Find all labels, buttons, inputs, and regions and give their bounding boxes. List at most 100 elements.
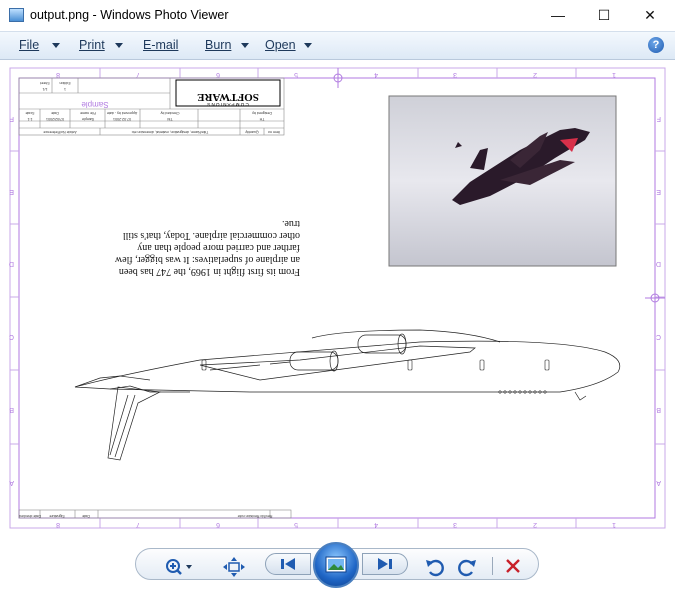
sample-label: Sample [81,100,109,109]
border-number-bottom-5: 5 [294,521,298,528]
maximize-button[interactable]: ☐ [581,0,627,30]
paragraph-line-1: From its first flight in 1969, the 747 h… [119,266,300,277]
border-letter-left-e: E [9,188,14,195]
border-number-bottom-6: 6 [216,521,220,528]
menu-open[interactable]: Open [265,38,296,52]
minimize-button[interactable]: — [535,0,581,30]
help-button[interactable]: ? [648,37,664,53]
close-icon: ✕ [644,6,656,23]
menu-print[interactable]: Print [79,38,105,52]
description-paragraph: From its first flight in 1969, the 747 h… [114,218,300,277]
company-logo-softwarename: SOFTWARE [197,91,259,103]
delete-button[interactable] [503,557,529,577]
border-number-top-4: 4 [374,71,378,78]
paragraph-line-2: an airplane of superlatives: It was bigg… [114,254,300,265]
title-name-label: Title/Name, designation, material, dimen… [132,130,209,134]
paragraph-line-3: farther and carried more people than any [137,242,300,253]
scale-value: 1:1 [28,117,33,121]
revision-note-label: Rev/No Revision note [238,514,273,518]
sheet-label: Sheet [40,81,49,85]
technical-drawing: F E D C B A F E D C B A 8 7 6 5 4 3 2 1 … [9,67,666,529]
approved-by-label: Approved by - date [107,111,137,115]
designed-by-value: TH [259,117,264,121]
minimize-icon: — [551,7,565,23]
file-name-label: File name [80,111,96,115]
menu-email[interactable]: E-mail [143,38,178,52]
menu-file[interactable]: File [19,38,39,52]
border-letter-left-f: F [10,115,14,122]
rotate-clockwise-icon [458,559,476,577]
item-no-label: Item no [268,130,280,134]
border-number-top-5: 5 [294,71,298,78]
border-letter-right-b: B [656,406,661,413]
paragraph-line-5: true. [282,218,300,229]
rotate-clockwise-button[interactable] [457,557,483,577]
image-viewport: F E D C B A F E D C B A 8 7 6 5 4 3 2 1 … [0,60,675,537]
photo-viewer-app-icon [9,8,24,22]
close-button[interactable]: ✕ [627,0,673,30]
approved-by-value: 07.02.2001 [113,117,131,121]
rotate-counterclockwise-button[interactable] [424,557,450,577]
title-bar: output.png - Windows Photo Viewer — ☐ ✕ [0,0,675,31]
border-number-top-1: 1 [612,71,616,78]
border-number-top-2: 2 [533,71,537,78]
next-icon [378,558,392,570]
border-number-top-8: 8 [56,71,60,78]
burn-dropdown-icon[interactable] [241,43,249,48]
checked-by-label: Checked by [160,111,179,115]
border-letter-right-e: E [656,188,661,195]
border-number-bottom-4: 4 [374,521,378,528]
zoom-button[interactable] [164,557,192,577]
date-label: Date [51,111,59,115]
border-number-bottom-1: 1 [612,521,616,528]
airplane-line-drawing [74,329,621,461]
rotate-counterclockwise-icon [426,559,444,577]
airplane-photo [388,95,617,267]
window-title: output.png - Windows Photo Viewer [30,8,229,22]
signature-label: Signature [49,514,64,518]
toolbar-separator [492,557,493,575]
border-letter-left-a: A [9,479,14,486]
border-letter-left-c: C [9,333,14,340]
open-dropdown-icon[interactable] [304,43,312,48]
border-number-bottom-3: 3 [453,521,457,528]
date-value: 07/02/2001 [46,117,64,121]
border-letter-right-d: D [656,260,661,267]
border-letter-right-c: C [656,333,661,340]
border-number-bottom-7: 7 [136,521,140,528]
previous-button[interactable] [265,553,311,575]
slideshow-button[interactable] [313,542,359,588]
border-number-bottom-2: 2 [533,521,537,528]
checked-by-value: TM [167,117,172,121]
bottom-toolbar [0,537,675,593]
border-letter-right-a: A [656,479,661,486]
edition-label: Edition [60,81,71,85]
print-dropdown-icon[interactable] [115,43,123,48]
company-logo-companions: C O M P A N I O N S [207,102,248,107]
next-button[interactable] [362,553,408,575]
article-no-label: Article No/Reference [43,130,76,134]
file-dropdown-icon[interactable] [52,43,60,48]
edition-value: 1 [64,87,66,91]
maximize-icon: ☐ [597,6,611,23]
border-letter-left-b: B [9,406,14,413]
previous-icon [281,558,295,570]
file-name-value: Sample [82,117,94,121]
actual-size-icon [223,557,245,577]
revision-date-label: Date [82,514,90,518]
delete-icon [506,559,520,573]
sheet-value: 1/1 [43,87,48,91]
help-icon: ? [652,39,660,51]
border-letter-left-d: D [9,260,14,267]
actual-size-button[interactable] [222,557,248,577]
border-number-bottom-8: 8 [56,521,60,528]
paragraph-line-4: other commercial airplane. Today, that's… [123,230,300,241]
border-letter-right-f: F [657,115,661,122]
border-number-top-3: 3 [453,71,457,78]
quantity-label: Quantity [245,130,259,134]
scale-label: Scale [26,111,35,115]
border-number-top-7: 7 [136,71,140,78]
slideshow-icon [325,556,347,573]
menu-burn[interactable]: Burn [205,38,231,52]
border-number-top-6: 6 [216,71,220,78]
